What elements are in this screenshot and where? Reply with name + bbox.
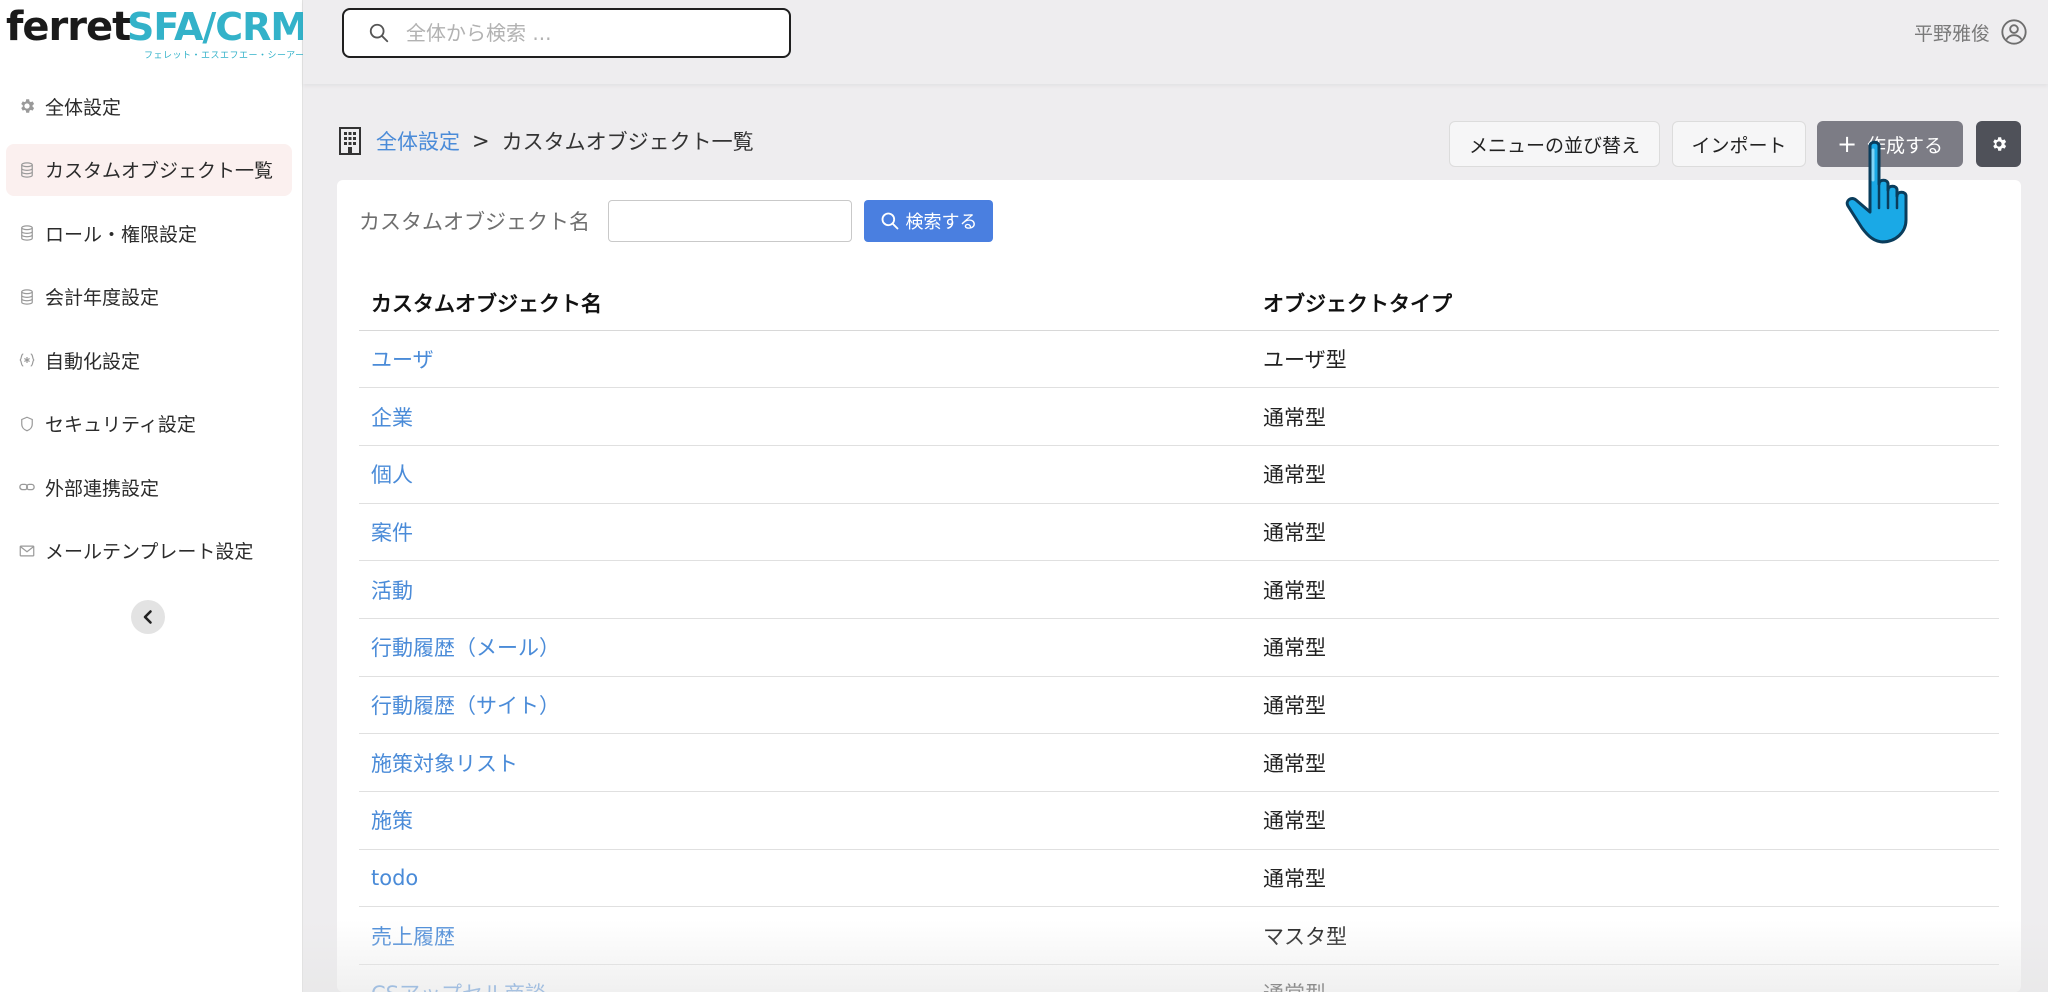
breadcrumb: 全体設定 > カスタムオブジェクト一覧	[338, 126, 754, 156]
link-icon	[17, 477, 37, 497]
plus-icon: +	[1836, 130, 1858, 158]
sidebar-item-mail-templates[interactable]: メールテンプレート設定	[6, 525, 292, 577]
table-row: 企業 通常型	[359, 387, 1999, 446]
reorder-menu-button[interactable]: メニューの並び替え	[1449, 121, 1660, 167]
column-header-name: カスタムオブジェクト名	[359, 276, 1251, 331]
sidebar-item-label: セキュリティ設定	[45, 414, 196, 436]
table-header-row: カスタムオブジェクト名 オブジェクトタイプ	[359, 276, 1999, 331]
object-type: 通常型	[1251, 733, 1999, 792]
object-type: マスタ型	[1251, 906, 1999, 966]
object-name-link[interactable]: 施策対象リスト	[359, 733, 1251, 792]
global-search-input[interactable]	[406, 21, 766, 45]
table-row: 施策対象リスト 通常型	[359, 733, 1999, 792]
object-type: 通常型	[1251, 791, 1999, 850]
global-search[interactable]	[342, 8, 791, 58]
object-type: 通常型	[1251, 849, 1999, 908]
topbar: 平野雅俊	[303, 0, 2048, 84]
chevron-left-icon	[143, 610, 152, 624]
sidebar-item-automation[interactable]: 自動化設定	[6, 334, 292, 386]
gear-icon	[1992, 137, 2006, 151]
object-type: 通常型	[1251, 964, 1999, 992]
sidebar-item-general-settings[interactable]: 全体設定	[6, 80, 292, 132]
sidebar-item-integrations[interactable]: 外部連携設定	[6, 461, 292, 513]
table-row: 行動履歴（メール） 通常型	[359, 618, 1999, 677]
object-type: 通常型	[1251, 618, 1999, 677]
table-row: 売上履歴 マスタ型	[359, 906, 1999, 966]
table-row: todo 通常型	[359, 849, 1999, 908]
user-name: 平野雅俊	[1913, 22, 1990, 45]
object-type: 通常型	[1251, 387, 1999, 446]
sidebar-item-fiscal-year[interactable]: 会計年度設定	[6, 271, 292, 323]
breadcrumb-current: カスタムオブジェクト一覧	[501, 130, 754, 154]
sidebar-item-label: 全体設定	[45, 96, 122, 119]
database-icon	[17, 223, 37, 243]
object-name-link[interactable]: ユーザ	[359, 330, 1251, 389]
create-button-label: 作成する	[1867, 134, 1944, 157]
object-type: 通常型	[1251, 503, 1999, 562]
settings-button[interactable]	[1976, 121, 2021, 167]
sidebar-item-label: 会計年度設定	[45, 287, 160, 309]
filter-label: カスタムオブジェクト名	[359, 210, 590, 234]
database-icon	[17, 287, 37, 307]
object-name-link[interactable]: 行動履歴（メール）	[359, 618, 1251, 677]
object-name-link[interactable]: CSアップセル商談	[359, 964, 1251, 992]
custom-object-list-card: カスタムオブジェクト名 検索する カスタムオブジェクト名 オブジェクトタイプ ユ…	[337, 180, 2021, 992]
shield-icon	[17, 414, 37, 434]
custom-object-table: カスタムオブジェクト名 オブジェクトタイプ ユーザ ユーザ型 企業 通常型 個人 通常型案…	[359, 276, 1999, 992]
sidebar: ferret SFA/CRM フェレット・エスエフエー・シーアールエム 全体設定…	[0, 0, 333, 992]
table-row: 施策 通常型	[359, 791, 1999, 850]
search-button-label: 検索する	[905, 212, 978, 233]
sidebar-nav: 全体設定 カスタムオブジェクト一覧 ロール・権限設定 会計年度設定 自動化設定	[6, 80, 292, 588]
table-row: ユーザ ユーザ型	[359, 330, 1999, 389]
create-button[interactable]: + 作成する	[1817, 121, 1963, 167]
object-type: 通常型	[1251, 676, 1999, 735]
object-name-filter-input[interactable]	[608, 200, 852, 242]
filter-bar: カスタムオブジェクト名 検索する	[359, 200, 993, 242]
database-icon	[17, 160, 37, 180]
user-circle-icon	[2001, 19, 2027, 45]
table-row: 行動履歴（サイト） 通常型	[359, 676, 1999, 735]
building-icon	[339, 127, 361, 155]
object-name-link[interactable]: 売上履歴	[359, 906, 1251, 966]
logo-product: SFA/CRM	[127, 5, 308, 49]
sidebar-item-roles[interactable]: ロール・権限設定	[6, 207, 292, 259]
search-button[interactable]: 検索する	[864, 200, 993, 242]
automation-icon	[17, 350, 37, 370]
table-row: 活動 通常型	[359, 560, 1999, 619]
object-type: ユーザ型	[1251, 330, 1999, 389]
import-button[interactable]: インポート	[1672, 121, 1806, 167]
object-name-link[interactable]: 施策	[359, 791, 1251, 850]
gear-icon	[17, 96, 37, 116]
table-row: CSアップセル商談通常型	[359, 964, 1999, 992]
object-name-link[interactable]: todo	[359, 849, 1251, 908]
table-row: 案件 通常型	[359, 503, 1999, 562]
object-name-link[interactable]: 企業	[359, 387, 1251, 446]
breadcrumb-parent-link[interactable]: 全体設定	[376, 126, 460, 156]
sidebar-item-label: 自動化設定	[45, 350, 141, 373]
sidebar-item-security[interactable]: セキュリティ設定	[6, 398, 292, 450]
sidebar-item-label: 外部連携設定	[45, 477, 160, 500]
sidebar-item-label: カスタムオブジェクト一覧	[45, 160, 274, 182]
search-icon	[369, 23, 389, 43]
sidebar-collapse-button[interactable]	[131, 600, 165, 634]
object-type: 通常型	[1251, 445, 1999, 504]
object-type: 通常型	[1251, 560, 1999, 619]
object-name-link[interactable]: 個人	[359, 445, 1251, 504]
sidebar-item-label: メールテンプレート設定	[45, 541, 254, 563]
logo-brand: ferret	[6, 4, 131, 50]
breadcrumb-separator: >	[472, 129, 490, 153]
logo[interactable]: ferret SFA/CRM フェレット・エスエフエー・シーアールエム	[6, 4, 333, 61]
search-icon	[881, 212, 898, 230]
object-name-link[interactable]: 活動	[359, 560, 1251, 619]
sidebar-item-label: ロール・権限設定	[45, 223, 198, 246]
object-name-link[interactable]: 行動履歴（サイト）	[359, 676, 1251, 735]
table-row: 個人 通常型	[359, 445, 1999, 504]
object-name-link[interactable]: 案件	[359, 503, 1251, 562]
sidebar-item-custom-objects[interactable]: カスタムオブジェクト一覧	[6, 143, 292, 196]
column-header-type: オブジェクトタイプ	[1251, 276, 1999, 331]
mail-icon	[17, 541, 37, 561]
user-menu[interactable]: 平野雅俊	[1914, 18, 2028, 46]
